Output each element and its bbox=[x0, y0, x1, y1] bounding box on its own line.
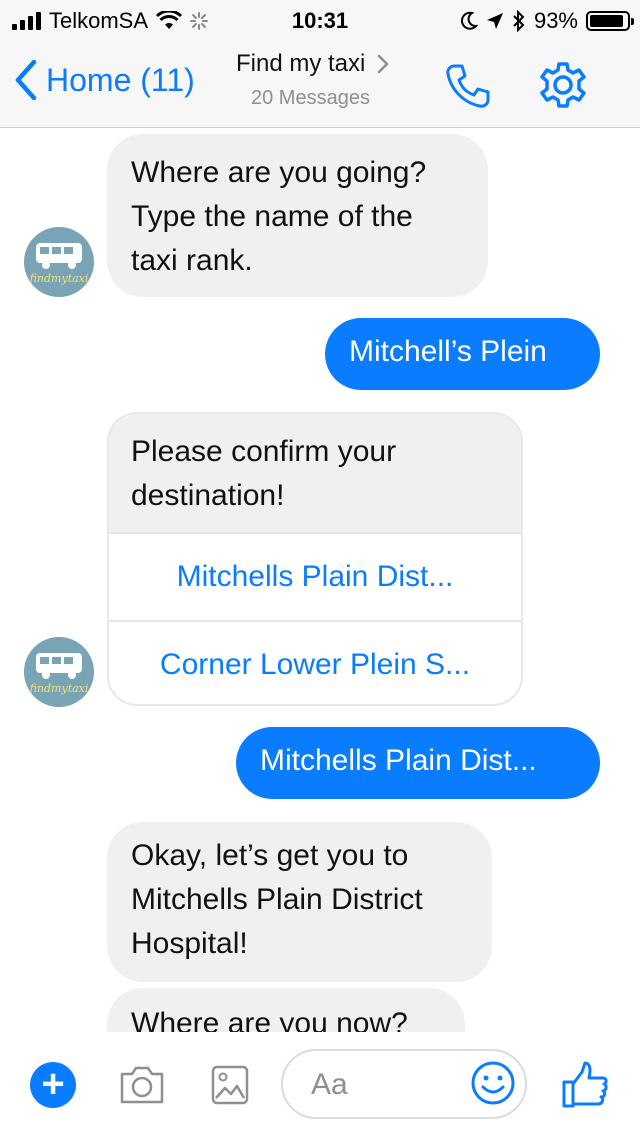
status-bar: TelkomSA 10:31 93% bbox=[0, 0, 640, 40]
smiley-icon[interactable] bbox=[470, 1060, 516, 1106]
back-button[interactable]: Home (11) bbox=[14, 60, 195, 100]
camera-icon[interactable] bbox=[118, 1064, 166, 1106]
message-thread[interactable]: Where are you going? Type the name of th… bbox=[0, 128, 640, 1032]
card-text: Please confirm your destination! bbox=[109, 414, 521, 532]
conversation-title[interactable]: Find my taxi bbox=[236, 50, 390, 78]
status-right: 93% bbox=[460, 8, 634, 34]
avatar-brand-text: findmytaxi bbox=[29, 272, 89, 285]
bot-message: Okay, let’s get you to Mitchells Plain D… bbox=[107, 822, 492, 982]
title-text: Find my taxi bbox=[236, 50, 366, 77]
battery-percent: 93% bbox=[533, 8, 578, 33]
chevron-left-icon bbox=[15, 60, 37, 100]
nav-bar: Home (11) Find my taxi 20 Messages bbox=[0, 40, 640, 128]
bot-message: Where are you going? Type the name of th… bbox=[107, 134, 488, 297]
phone-call-icon[interactable] bbox=[444, 62, 492, 110]
input-placeholder: Aa bbox=[311, 1068, 348, 1101]
user-message: Mitchells Plain Dist... bbox=[236, 727, 600, 799]
quick-reply-card: Please confirm your destination! Mitchel… bbox=[107, 412, 523, 706]
moon-icon bbox=[460, 11, 478, 30]
battery-icon bbox=[586, 11, 634, 31]
avatar-brand-text: findmytaxi bbox=[29, 682, 89, 695]
bus-icon bbox=[36, 653, 82, 679]
back-label: Home (11) bbox=[46, 61, 195, 98]
card-option-button[interactable]: Corner Lower Plein S... bbox=[109, 620, 521, 704]
user-message: Mitchell’s Plein bbox=[325, 318, 600, 390]
plus-icon[interactable]: + bbox=[30, 1062, 76, 1108]
bot-avatar[interactable]: findmytaxi bbox=[24, 637, 94, 707]
bluetooth-icon bbox=[513, 10, 525, 32]
location-arrow-icon bbox=[486, 13, 503, 29]
thumbs-up-icon[interactable] bbox=[560, 1060, 610, 1110]
bus-icon bbox=[36, 243, 82, 269]
card-option-button[interactable]: Mitchells Plain Dist... bbox=[109, 532, 521, 620]
gallery-icon[interactable] bbox=[210, 1064, 250, 1106]
chevron-right-icon bbox=[378, 54, 390, 74]
bot-avatar[interactable]: findmytaxi bbox=[24, 227, 94, 297]
settings-gear-icon[interactable] bbox=[538, 60, 588, 110]
message-count: 20 Messages bbox=[251, 87, 370, 109]
composer-bar: + Aa bbox=[0, 1032, 640, 1136]
bot-message: Where are you now? bbox=[107, 988, 465, 1032]
